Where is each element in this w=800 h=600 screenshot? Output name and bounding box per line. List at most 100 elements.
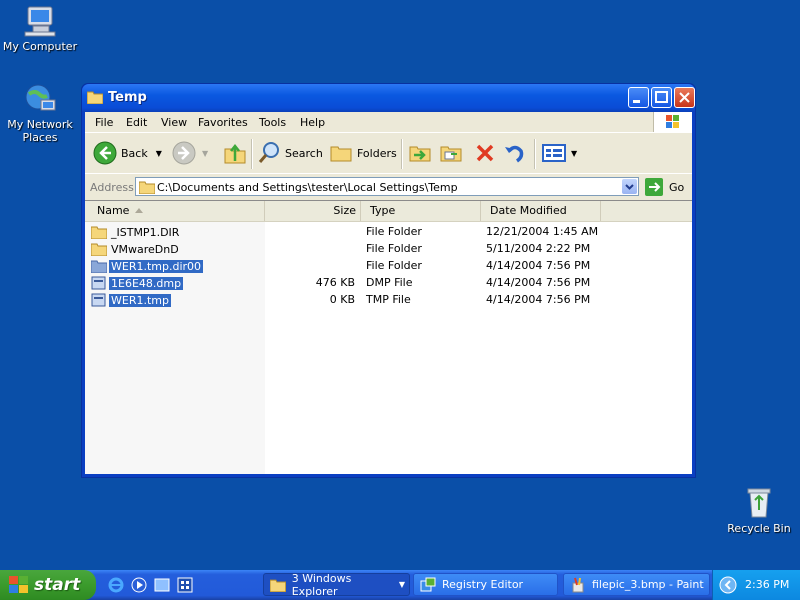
minimize-button[interactable] (628, 87, 649, 108)
windows-flag-icon (666, 115, 679, 128)
delete-x-icon (476, 144, 494, 162)
back-button[interactable]: Back ▼ (93, 140, 162, 166)
taskbar-button-paint[interactable]: filepic_3.bmp - Paint (563, 573, 710, 596)
chevron-down-icon[interactable]: ▼ (156, 149, 162, 158)
tray-expand-icon[interactable] (719, 576, 737, 594)
file-name-cell[interactable]: _ISTMP1.DIR (91, 225, 181, 239)
title-bar[interactable]: Temp (82, 84, 695, 112)
standard-toolbar: Back ▼ ▼ Search Folders ▼ (85, 133, 692, 174)
desktop-icon-label: My Network Places (7, 118, 73, 144)
folder-icon (139, 181, 155, 194)
column-header-type[interactable]: Type (361, 201, 481, 221)
file-list[interactable]: Name Size Type Date Modified _ISTMP1.DIR… (85, 200, 692, 474)
sort-ascending-icon (135, 208, 143, 213)
quick-launch-app-icon[interactable] (177, 577, 193, 593)
menu-view[interactable]: View (161, 116, 187, 129)
column-header-size[interactable]: Size (265, 201, 361, 221)
file-size: 476 KB (315, 276, 355, 289)
file-row[interactable]: VMwareDnD File Folder 5/11/2004 2:22 PM (85, 240, 692, 257)
file-date-modified: 12/21/2004 1:45 AM (486, 225, 599, 238)
back-label: Back (121, 146, 148, 160)
media-player-icon[interactable] (131, 577, 147, 593)
file-name: VMwareDnD (111, 242, 179, 256)
address-value: C:\Documents and Settings\tester\Local S… (157, 181, 458, 194)
menu-favorites[interactable]: Favorites (198, 116, 248, 129)
menu-file[interactable]: File (95, 116, 113, 129)
toolbar-separator (251, 139, 253, 169)
folder-icon (91, 243, 107, 256)
search-label: Search (285, 146, 323, 160)
address-input[interactable]: C:\Documents and Settings\tester\Local S… (135, 177, 639, 196)
file-name: WER1.tmp.dir00 (109, 259, 204, 273)
chevron-down-icon[interactable]: ▼ (202, 149, 208, 158)
file-name-cell[interactable]: WER1.tmp (91, 293, 171, 307)
go-button[interactable]: Go (645, 178, 684, 196)
file-name: _ISTMP1.DIR (111, 225, 180, 239)
file-row[interactable]: WER1.tmp 0 KB TMP File 4/14/2004 7:56 PM (85, 291, 692, 308)
minimize-icon (633, 100, 640, 103)
menu-tools[interactable]: Tools (259, 116, 286, 129)
menu-help[interactable]: Help (300, 116, 325, 129)
folders-button[interactable]: Folders (329, 140, 397, 166)
taskbar-button-registry-editor[interactable]: Registry Editor (413, 573, 558, 596)
views-button[interactable]: ▼ (541, 140, 577, 166)
views-icon (542, 144, 566, 162)
back-arrow-icon (93, 141, 117, 165)
file-date-modified: 4/14/2004 7:56 PM (486, 276, 591, 289)
file-type: File Folder (366, 225, 422, 238)
system-tray: 2:36 PM (712, 570, 800, 600)
explorer-window: Temp File Edit View Favorites Tools Help (81, 83, 696, 478)
maximize-icon (655, 91, 668, 103)
copy-to-button[interactable] (439, 140, 467, 166)
internet-explorer-icon[interactable] (108, 577, 124, 593)
go-arrow-icon (645, 178, 663, 196)
start-label: start (34, 575, 81, 595)
close-icon (679, 92, 690, 103)
taskbar-button-windows-explorer[interactable]: 3 Windows Explorer ▼ (263, 572, 410, 598)
file-row[interactable]: _ISTMP1.DIR File Folder 12/21/2004 1:45 AM (85, 223, 692, 240)
up-folder-icon (224, 143, 246, 164)
desktop-icon-label: Recycle Bin (727, 522, 791, 535)
folder-icon (270, 579, 286, 592)
file-name-cell[interactable]: 1E6E48.dmp (91, 276, 184, 290)
chevron-down-icon[interactable]: ▼ (571, 149, 577, 158)
menu-bar: File Edit View Favorites Tools Help (85, 112, 692, 133)
file-name: WER1.tmp (109, 293, 171, 307)
search-button[interactable]: Search (257, 140, 323, 166)
move-to-button[interactable] (408, 140, 436, 166)
file-date-modified: 4/14/2004 7:56 PM (486, 259, 591, 272)
address-dropdown-button[interactable] (622, 179, 637, 194)
clock[interactable]: 2:36 PM (745, 578, 789, 591)
folders-label: Folders (357, 146, 397, 160)
desktop-icon-my-computer[interactable]: My Computer (0, 4, 80, 53)
column-header-date-modified[interactable]: Date Modified (481, 201, 601, 221)
taskbar: start 3 Windows Explorer ▼ Registry Edit… (0, 570, 800, 600)
registry-editor-icon (420, 577, 436, 591)
file-row[interactable]: WER1.tmp.dir00 File Folder 4/14/2004 7:56 … (85, 257, 692, 274)
file-name-cell[interactable]: VMwareDnD (91, 242, 181, 256)
forward-button[interactable]: ▼ (172, 140, 208, 166)
undo-icon (505, 145, 524, 163)
file-size: 0 KB (329, 293, 355, 306)
undo-button[interactable] (503, 140, 531, 166)
folders-icon (330, 146, 352, 162)
delete-button[interactable] (473, 140, 501, 166)
maximize-button[interactable] (651, 87, 672, 108)
column-header-row: Name Size Type Date Modified (85, 201, 692, 222)
desktop-icon-recycle-bin[interactable]: Recycle Bin (719, 486, 799, 535)
up-folder-button[interactable] (223, 140, 251, 166)
menu-edit[interactable]: Edit (126, 116, 147, 129)
file-name-cell[interactable]: WER1.tmp.dir00 (91, 259, 204, 273)
column-header-name[interactable]: Name (85, 201, 265, 221)
close-button[interactable] (674, 87, 695, 108)
move-to-icon (409, 146, 431, 162)
chevron-down-icon (625, 184, 634, 190)
desktop-icon-my-network-places[interactable]: My Network Places (0, 82, 80, 144)
show-desktop-icon[interactable] (154, 577, 170, 593)
file-date-modified: 5/11/2004 2:22 PM (486, 242, 591, 255)
file-row[interactable]: 1E6E48.dmp 476 KB DMP File 4/14/2004 7:56 P… (85, 274, 692, 291)
file-name: 1E6E48.dmp (109, 276, 184, 290)
windows-flag-icon (9, 576, 28, 593)
address-label: Address (90, 181, 134, 194)
start-button[interactable]: start (0, 570, 96, 600)
